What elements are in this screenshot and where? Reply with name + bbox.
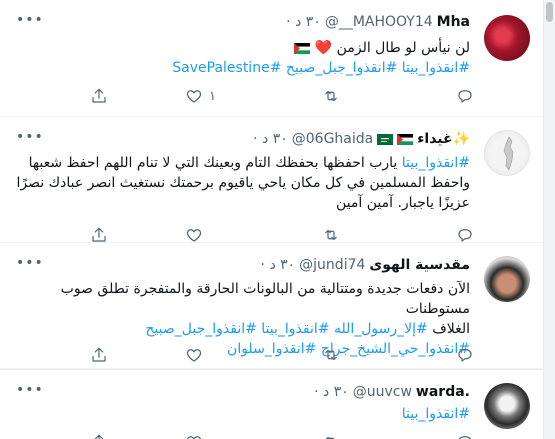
like-count: ١ [209,88,216,104]
retweet-button[interactable] [322,225,340,245]
tweet-header: Mha @__MAHOOY14 · ٣٠ د [286,12,470,32]
tweet-line: عزيزًا ياجبار. آمين آمين [14,193,470,213]
tweet[interactable]: ••• مقدسية الهوى @jundi74 · ٣٠ د الآن دف… [0,243,543,369]
retweet-button[interactable] [322,86,340,106]
reply-button[interactable] [456,432,474,439]
palestine-flag-icon [294,42,311,54]
reply-icon [458,229,472,242]
hashtag-link[interactable]: #انقذوا_بيتا [402,155,470,171]
tweet-line: #انقذوا_بيتا [14,404,470,424]
like-icon [186,229,202,242]
tweet[interactable]: ••• warda. @uuvcw · ٣٠ د #انقذوا_بيتا [0,369,543,439]
tweet-actions: ١ [80,86,472,106]
tweet[interactable]: ••• Mha @__MAHOOY14 · ٣٠ د لن نيأس لو طا… [0,0,543,117]
heart-emoji: ❤️ [314,40,333,56]
tweet-line: #انقذوا_بيتا #انقذوا_جبل_صبيح #SavePales… [14,58,470,78]
like-icon [186,90,202,103]
avatar[interactable] [484,15,530,61]
tweet-text: #انقذوا_بيتا يارب احفظها بحفظك التام وبع… [14,153,471,213]
timestamp[interactable]: · ٣٠ د [261,257,296,273]
tweet-header: warda. @uuvcw · ٣٠ د [314,382,470,402]
display-name[interactable]: Mha [437,14,470,30]
display-name[interactable]: غيداء✨ [417,131,470,147]
avatar[interactable] [484,383,530,429]
reply-button[interactable] [456,86,474,106]
hashtag-link[interactable]: #انقذوا_بيتا [402,406,470,422]
timestamp[interactable]: · ٣٠ د [314,384,349,400]
text-segment: يارب احفظها بحفظك التام وبعينك التي لا ت… [28,155,402,171]
user-handle[interactable]: @jundi74 [299,257,365,273]
scrollbar[interactable] [544,0,555,439]
hashtag-link[interactable]: #انقذوا_جبل_صبيح [286,60,397,76]
hashtag-link[interactable]: #SavePalestine [172,60,281,76]
retweet-icon [325,90,337,102]
user-handle[interactable]: @uuvcw [353,384,412,400]
user-handle[interactable]: @06Ghaida [292,131,373,147]
tweet-line: #انقذوا_بيتا يارب احفظها بحفظك التام وبع… [14,153,470,173]
text-segment: الغلاف [427,321,470,337]
retweet-button[interactable] [322,432,340,439]
like-button[interactable] [185,345,209,365]
text-segment: الآن دفعات جديدة ومتتالية من البالونات ا… [60,281,470,317]
tweet-header: مقدسية الهوى @jundi74 · ٣٠ د [261,255,470,275]
retweet-icon [325,349,337,361]
avatar[interactable] [484,256,530,302]
share-icon [92,227,106,242]
text-segment: واحفظ المسلمين في كل مكان ياحي ياقيوم بر… [16,175,471,191]
avatar[interactable] [484,130,530,176]
tweet-text: لن نيأس لو طال الزمن ❤️ #انقذوا_بيتا #ان… [14,38,470,78]
tweet-line: الآن دفعات جديدة ومتتالية من البالونات ا… [14,279,470,319]
tweet-line: الغلاف #إلا_رسول_الله #انقذوا_بيتا #انقذ… [14,319,470,339]
more-icon[interactable]: ••• [16,12,43,28]
like-button[interactable] [185,432,209,439]
hashtag-link[interactable]: #انقذوا_بيتا [261,321,329,337]
tweet-actions [80,432,472,439]
saudi-flag-icon [377,133,394,145]
share-button[interactable] [90,432,108,439]
tweet-line: لن نيأس لو طال الزمن ❤️ [14,38,470,58]
display-name[interactable]: warda. [416,384,470,400]
tweet-actions [80,345,472,365]
hashtag-link[interactable]: #إلا_رسول_الله [334,321,428,337]
share-button[interactable] [90,86,108,106]
reply-icon [458,349,472,362]
more-icon[interactable]: ••• [16,129,43,145]
share-icon [94,434,104,439]
sparkle-emoji: ✨ [452,131,470,147]
hashtag-link[interactable]: #انقذوا_جبل_صبيح [145,321,256,337]
share-icon [92,347,106,362]
more-icon[interactable]: ••• [16,382,43,398]
text-segment: عزيزًا ياجبار. آمين آمين [336,195,470,211]
share-button[interactable] [90,345,108,365]
tweet-line: واحفظ المسلمين في كل مكان ياحي ياقيوم بر… [14,173,471,193]
timeline-feed: ••• Mha @__MAHOOY14 · ٣٠ د لن نيأس لو طا… [0,0,544,439]
like-button[interactable] [185,225,209,245]
text-segment: لن نيأس لو طال الزمن [332,40,470,56]
like-button[interactable]: ١ [185,86,216,106]
retweet-button[interactable] [322,345,340,365]
like-icon [187,436,201,439]
share-button[interactable] [90,225,108,245]
timestamp[interactable]: · ٣٠ د [253,131,288,147]
reply-button[interactable] [456,345,474,365]
tweet[interactable]: ••• غيداء✨ @06Ghaida · ٣٠ د #انقذوا_بيتا… [0,117,543,245]
retweet-icon [325,436,335,439]
scrollbar-thumb[interactable] [546,2,553,22]
more-icon[interactable]: ••• [16,255,43,271]
retweet-icon [325,229,337,241]
reply-button[interactable] [456,225,474,245]
reply-icon [458,436,472,439]
reply-icon [458,90,472,103]
timestamp[interactable]: · ٣٠ د [286,14,321,30]
palestine-flag-icon [397,133,414,145]
display-name[interactable]: مقدسية الهوى [369,257,470,273]
map-icon [503,136,514,171]
hashtag-link[interactable]: #انقذوا_بيتا [402,60,470,76]
tweet-header: غيداء✨ @06Ghaida · ٣٠ د [253,129,470,149]
tweet-actions [80,225,472,245]
tweet-text: #انقذوا_بيتا [14,404,470,424]
share-icon [92,88,106,103]
user-handle[interactable]: @__MAHOOY14 [325,14,433,30]
like-icon [186,349,202,362]
